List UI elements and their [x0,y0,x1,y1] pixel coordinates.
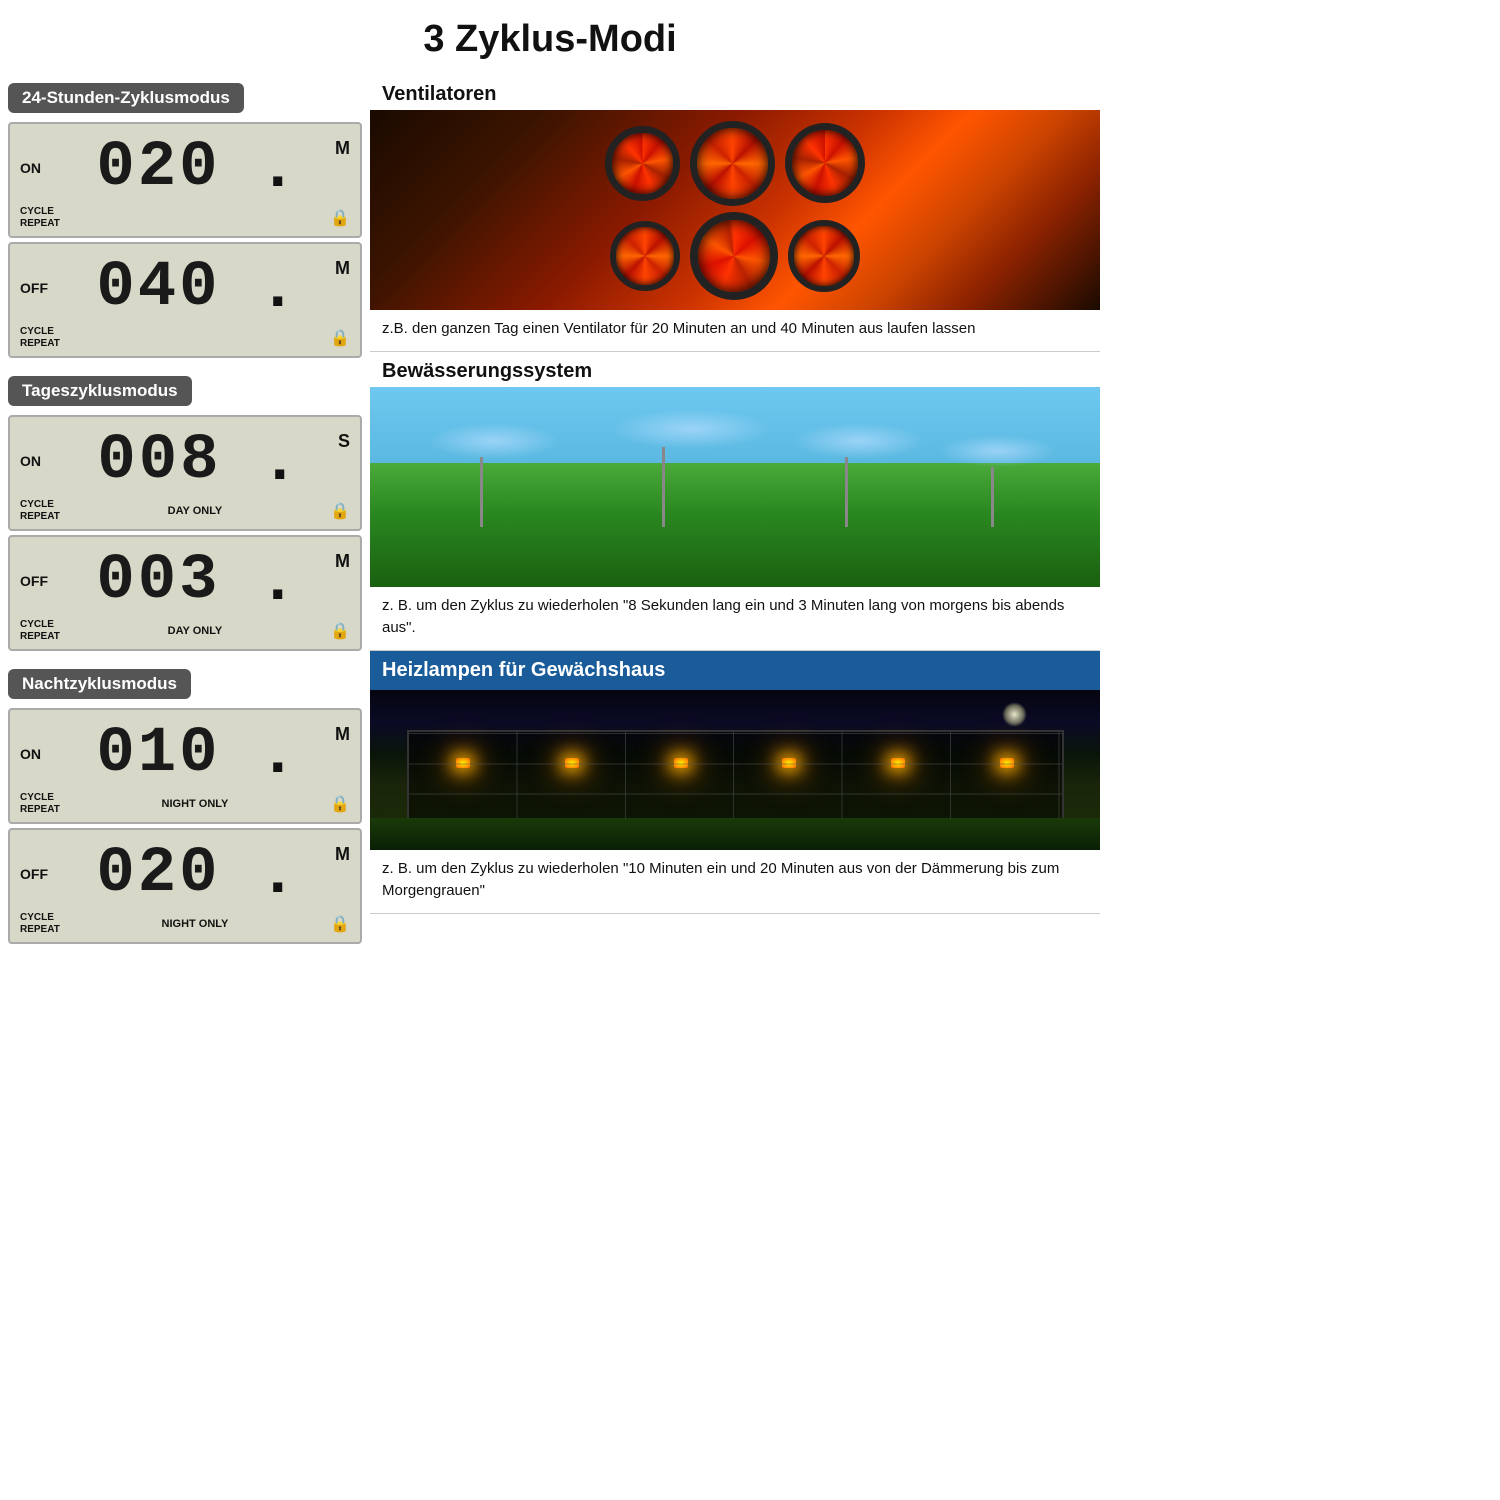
lcd-off-label: OFF [20,280,48,296]
lcd-dot-6: . [269,838,287,902]
lcd-24h-off-unit: M [335,252,350,279]
mode-night: Nachtzyklusmodus ON 010 . M CYCLEREPEAT … [0,661,370,954]
lcd-24h-on: ON 020 . M CYCLEREPEAT 🔒 [8,122,362,238]
page-wrapper: 3 Zyklus-Modi 24-Stunden-Zyklusmodus ON … [0,0,1100,954]
greenhouse-title: Heizlampen für Gewächshaus [370,651,1100,690]
lcd-24h-off: OFF 040 . M CYCLEREPEAT 🔒 [8,242,362,358]
lock-icon: 🔒 [330,208,350,228]
lcd-cycle-repeat-6: CYCLEREPEAT [20,912,60,936]
lock-icon-6: 🔒 [330,914,350,934]
lcd-dot: . [269,132,287,196]
lcd-dot-4: . [269,545,287,609]
fans-description: z.B. den ganzen Tag einen Ventilator für… [370,310,1100,351]
lcd-off-label-day: OFF [20,573,48,589]
mode-night-label: Nachtzyklusmodus [8,669,191,699]
lcd-day-off-unit: M [335,545,350,572]
lcd-24h-off-digits: 040 [96,252,220,324]
mode-day-label: Tageszyklusmodus [8,376,192,406]
irrigation-image [370,387,1100,587]
lock-icon-3: 🔒 [330,501,350,521]
irrigation-section: Bewässerungssystem [370,352,1100,651]
greenhouse-image [370,690,1100,850]
main-grid: 24-Stunden-Zyklusmodus ON 020 . M CYCLER… [0,75,1100,954]
lcd-day-on-digits: 008 [97,425,221,497]
lcd-night-off-unit: M [335,838,350,865]
page-title: 3 Zyklus-Modi [0,0,1100,75]
lcd-on-label-day: ON [20,453,48,469]
lcd-cycle-repeat-2: CYCLEREPEAT [20,326,60,350]
lock-icon-4: 🔒 [330,621,350,641]
lcd-night-on: ON 010 . M CYCLEREPEAT NIGHT ONLY 🔒 [8,708,362,824]
right-column: Ventilatoren [370,75,1100,954]
lcd-on-label-night: ON [20,746,48,762]
greenhouse-description: z. B. um den Zyklus zu wiederholen "10 M… [370,850,1100,913]
lcd-dot-2: . [269,252,287,316]
lcd-cycle-repeat-3: CYCLEREPEAT [20,499,60,523]
lcd-off-label-night: OFF [20,866,48,882]
lcd-day-off-digits: 003 [96,545,220,617]
irrigation-title: Bewässerungssystem [370,352,1100,387]
lcd-night-on-digits: 010 [96,718,220,790]
lcd-night-off-digits: 020 [96,838,220,910]
mode-day: Tageszyklusmodus ON 008 . S CYCLEREPEAT … [0,368,370,661]
greenhouse-section: Heizlampen für Gewächshaus [370,651,1100,914]
lcd-night-off: OFF 020 . M CYCLEREPEAT NIGHT ONLY 🔒 [8,828,362,944]
lock-icon-2: 🔒 [330,328,350,348]
lcd-night-tag: NIGHT ONLY [162,798,229,810]
irrigation-description: z. B. um den Zyklus zu wiederholen "8 Se… [370,587,1100,650]
lcd-day-tag-2: DAY ONLY [168,625,223,637]
left-column: 24-Stunden-Zyklusmodus ON 020 . M CYCLER… [0,75,370,954]
lcd-day-tag: DAY ONLY [168,505,223,517]
lcd-24h-on-digits: 020 [96,132,220,204]
mode-24h-label: 24-Stunden-Zyklusmodus [8,83,244,113]
lcd-cycle-repeat-5: CYCLEREPEAT [20,792,60,816]
lock-icon-5: 🔒 [330,794,350,814]
lcd-dot-3: . [271,425,289,489]
lcd-cycle-repeat: CYCLEREPEAT [20,206,60,230]
fans-title: Ventilatoren [370,75,1100,110]
lcd-day-on-unit: S [338,425,350,452]
lcd-night-tag-2: NIGHT ONLY [162,918,229,930]
lcd-night-on-unit: M [335,718,350,745]
lcd-cycle-repeat-4: CYCLEREPEAT [20,619,60,643]
lcd-dot-5: . [269,718,287,782]
lcd-24h-on-unit: M [335,132,350,159]
mode-24h: 24-Stunden-Zyklusmodus ON 020 . M CYCLER… [0,75,370,368]
lcd-on-label: ON [20,160,48,176]
lcd-day-off: OFF 003 . M CYCLEREPEAT DAY ONLY 🔒 [8,535,362,651]
fans-image [370,110,1100,310]
lcd-day-on: ON 008 . S CYCLEREPEAT DAY ONLY 🔒 [8,415,362,531]
fans-section: Ventilatoren [370,75,1100,352]
